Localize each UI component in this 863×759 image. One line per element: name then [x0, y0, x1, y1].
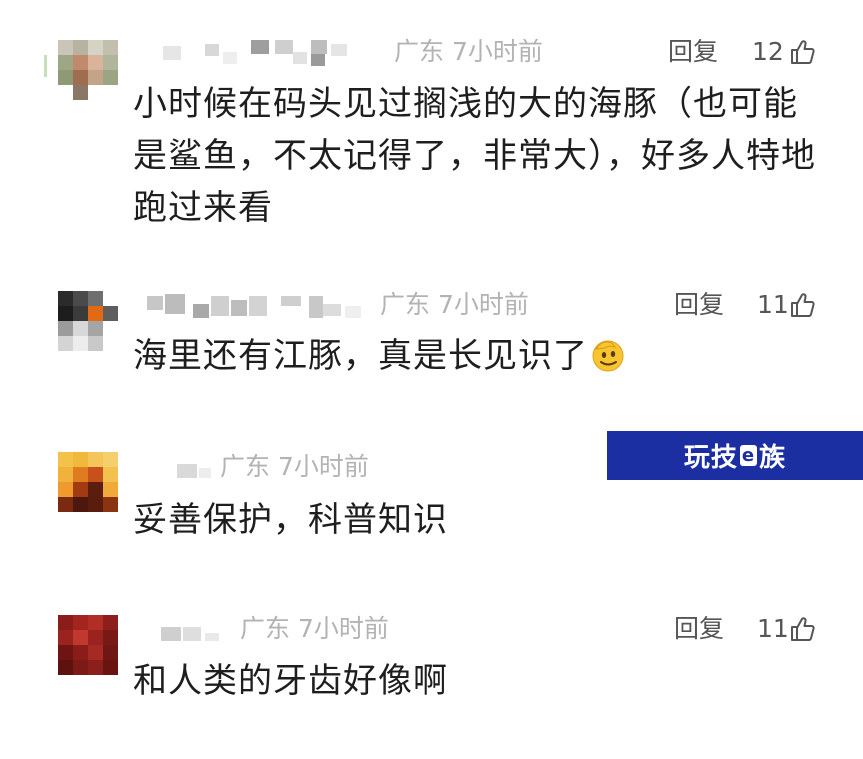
avatar[interactable]: [58, 615, 118, 675]
like-count: 11: [757, 614, 789, 643]
comment-text-body: 海里还有江豚，真是长见识了: [133, 336, 588, 376]
watermark-e: e: [739, 445, 758, 466]
username-blurred[interactable]: [135, 38, 375, 68]
avatar[interactable]: [58, 40, 118, 100]
username-blurred[interactable]: [135, 615, 235, 645]
comment-meta: 广东 7小时前: [220, 452, 369, 482]
timestamp: 7小时前: [297, 614, 389, 643]
comment-meta: 广东 7小时前: [380, 290, 529, 320]
comment-meta: 广东 7小时前: [240, 614, 389, 644]
comment-meta: 广东 7小时前: [394, 37, 543, 67]
username-blurred[interactable]: [135, 292, 375, 322]
timestamp: 7小时前: [437, 290, 529, 319]
like-count: 11: [757, 290, 789, 319]
like-count: 12: [752, 37, 784, 66]
location: 广东: [220, 452, 271, 481]
location: 广东: [380, 290, 431, 319]
watermark-text-a: 玩技: [683, 443, 738, 473]
comment-text: 和人类的牙齿好像啊: [133, 661, 448, 701]
timestamp: 7小时前: [451, 37, 543, 66]
comment-text: 妥善保护，科普知识: [133, 500, 448, 540]
watermark-text-b: 族: [759, 443, 787, 473]
edge-artifact: [44, 55, 47, 77]
avatar[interactable]: [58, 291, 118, 351]
comment-text: 海里还有江豚，真是长见识了: [133, 330, 823, 382]
reply-button[interactable]: 回复: [674, 290, 724, 320]
watermark-logo: 玩技 e 族: [607, 431, 863, 480]
reply-button[interactable]: 回复: [674, 614, 724, 644]
reply-button[interactable]: 回复: [668, 37, 718, 67]
timestamp: 7小时前: [277, 452, 369, 481]
salute-face-emoji: [592, 340, 624, 372]
thumbs-up-icon[interactable]: [789, 291, 817, 319]
thumbs-up-icon[interactable]: [789, 38, 817, 66]
location: 广东: [240, 614, 291, 643]
avatar[interactable]: [58, 452, 118, 512]
comment-text: 小时候在码头见过搁浅的大的海豚（也可能是鲨鱼，不太记得了，非常大），好多人特地跑…: [133, 84, 816, 228]
username-blurred[interactable]: [135, 452, 215, 482]
thumbs-up-icon[interactable]: [789, 615, 817, 643]
location: 广东: [394, 37, 445, 66]
